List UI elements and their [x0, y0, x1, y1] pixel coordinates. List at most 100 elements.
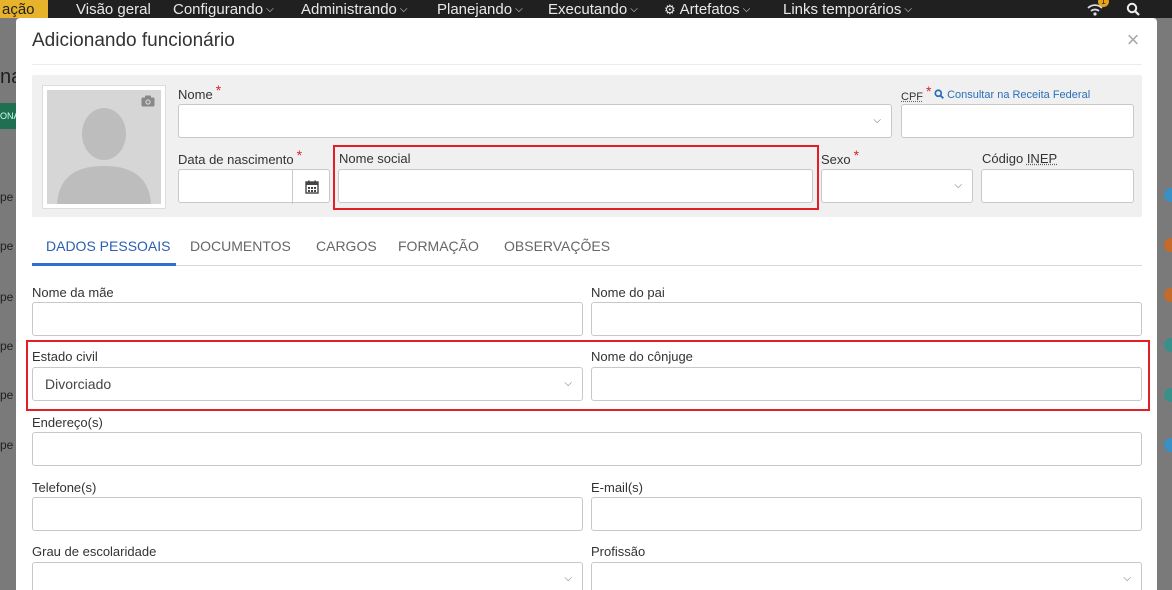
chevron-down-icon: ⌵ — [400, 4, 408, 15]
nome-conjuge-input[interactable] — [591, 367, 1142, 401]
brand-label[interactable]: ação — [0, 0, 48, 18]
nome-social-input[interactable] — [338, 169, 813, 203]
nav-links-temporarios[interactable]: Links temporários ⌵ — [783, 0, 912, 18]
tab-observacoes[interactable]: OBSERVAÇÕES — [504, 238, 610, 254]
sexo-label: Sexo * — [821, 151, 859, 167]
nav-administrando-label: Administrando — [301, 1, 397, 18]
nav-executando[interactable]: Executando ⌵ — [548, 0, 638, 18]
tab-formacao[interactable]: FORMAÇÃO — [398, 238, 479, 254]
nav-configurando[interactable]: Configurando ⌵ — [173, 0, 274, 18]
background-text: pe — [0, 339, 13, 353]
required-mark: * — [854, 147, 859, 163]
data-nascimento-label: Data de nascimento * — [178, 151, 302, 167]
person-silhouette-icon — [47, 90, 161, 204]
calendar-button[interactable] — [292, 170, 330, 204]
nav-visao-geral[interactable]: Visão geral — [76, 0, 151, 18]
gear-icon: ⚙ — [664, 2, 676, 17]
background-text: pe — [0, 388, 13, 402]
chevron-down-icon: ⌵ — [266, 4, 274, 15]
consultar-receita-link[interactable]: Consultar na Receita Federal — [934, 89, 1090, 101]
tab-cargos[interactable]: CARGOS — [316, 238, 377, 254]
tabs-divider — [32, 265, 1142, 266]
nome-select[interactable]: ⌵ — [178, 104, 892, 138]
required-mark: * — [216, 82, 221, 98]
active-tab-indicator — [32, 263, 176, 266]
background-text: pe — [0, 190, 13, 204]
codigo-inep-input[interactable] — [981, 169, 1134, 203]
nav-administrando[interactable]: Administrando ⌵ — [301, 0, 407, 18]
nav-executando-label: Executando — [548, 1, 627, 18]
telefone-label: Telefone(s) — [32, 480, 96, 495]
tab-documentos[interactable]: DOCUMENTOS — [190, 238, 291, 254]
nav-artefatos-label: Artefatos — [680, 1, 740, 18]
top-navbar: ação Visão geral Configurando ⌵ Administr… — [0, 0, 1172, 18]
codigo-inep-abbr: INEP — [1027, 151, 1057, 166]
nav-planejando-label: Planejando — [437, 1, 512, 18]
background-text: pe — [0, 239, 13, 253]
nome-label-text: Nome — [178, 87, 213, 102]
search-icon[interactable] — [1126, 2, 1140, 16]
nome-label: Nome * — [178, 86, 221, 102]
consultar-receita-label: Consultar na Receita Federal — [947, 89, 1090, 101]
nome-mae-label: Nome da mãe — [32, 285, 114, 300]
nome-mae-input[interactable] — [32, 302, 583, 336]
escolaridade-label: Grau de escolaridade — [32, 544, 156, 559]
profissao-label: Profissão — [591, 544, 645, 559]
sexo-select[interactable]: ⌵ — [821, 169, 973, 203]
telefone-input[interactable] — [32, 497, 583, 531]
nome-pai-input[interactable] — [591, 302, 1142, 336]
background-avatar — [1164, 338, 1172, 352]
background-avatar — [1164, 238, 1172, 252]
nav-planejando[interactable]: Planejando ⌵ — [437, 0, 523, 18]
endereco-label: Endereço(s) — [32, 415, 103, 430]
close-button[interactable]: × — [1123, 30, 1143, 50]
notification-badge[interactable]: 1 — [1098, 0, 1109, 7]
required-mark: * — [926, 83, 931, 99]
nome-social-label: Nome social — [339, 151, 411, 166]
cpf-input[interactable] — [901, 104, 1134, 138]
background-avatar — [1164, 438, 1172, 452]
email-label: E-mail(s) — [591, 480, 643, 495]
camera-icon[interactable] — [141, 95, 155, 107]
estado-civil-value: Divorciado — [45, 376, 111, 392]
search-icon — [934, 89, 944, 99]
chevron-down-icon: ⌵ — [904, 4, 912, 15]
background-text: pe — [0, 438, 13, 452]
nome-conjuge-label: Nome do cônjuge — [591, 349, 693, 364]
background-avatar — [1164, 288, 1172, 302]
nav-visao-geral-label: Visão geral — [76, 1, 151, 18]
chevron-down-icon: ⌵ — [630, 4, 638, 15]
background-avatar — [1164, 388, 1172, 402]
add-employee-modal: Adicionando funcionário × Nome * ⌵ CPF * C… — [16, 18, 1157, 590]
chevron-down-icon: ⌵ — [515, 4, 523, 15]
chevron-down-icon: ⌵ — [564, 368, 572, 400]
codigo-inep-label: Código INEP — [982, 151, 1057, 166]
divider — [32, 64, 1142, 65]
cpf-label: CPF * — [901, 87, 931, 103]
required-mark: * — [297, 147, 302, 163]
modal-title: Adicionando funcionário — [32, 30, 235, 52]
email-input[interactable] — [591, 497, 1142, 531]
avatar — [47, 90, 161, 204]
estado-civil-select[interactable]: Divorciado ⌵ — [32, 367, 583, 401]
nav-links-temporarios-label: Links temporários — [783, 1, 901, 18]
chevron-down-icon: ⌵ — [743, 4, 751, 15]
background-button: ONA — [0, 103, 16, 129]
nav-configurando-label: Configurando — [173, 1, 263, 18]
profissao-select[interactable]: ⌵ — [591, 562, 1142, 590]
background-text: pe — [0, 290, 13, 304]
data-nascimento-label-text: Data de nascimento — [178, 152, 294, 167]
codigo-inep-prefix: Código — [982, 151, 1027, 166]
chevron-down-icon: ⌵ — [954, 170, 962, 202]
escolaridade-select[interactable]: ⌵ — [32, 562, 583, 590]
calendar-icon — [305, 180, 319, 194]
tab-dados-pessoais[interactable]: DADOS PESSOAIS — [46, 238, 170, 254]
nav-artefatos[interactable]: ⚙ Artefatos ⌵ — [664, 0, 750, 18]
nome-pai-label: Nome do pai — [591, 285, 665, 300]
endereco-input[interactable] — [32, 432, 1142, 466]
chevron-down-icon: ⌵ — [1123, 563, 1131, 590]
sexo-label-text: Sexo — [821, 152, 851, 167]
chevron-down-icon: ⌵ — [564, 563, 572, 590]
chevron-down-icon: ⌵ — [873, 105, 881, 137]
cpf-label-text: CPF — [901, 91, 923, 103]
